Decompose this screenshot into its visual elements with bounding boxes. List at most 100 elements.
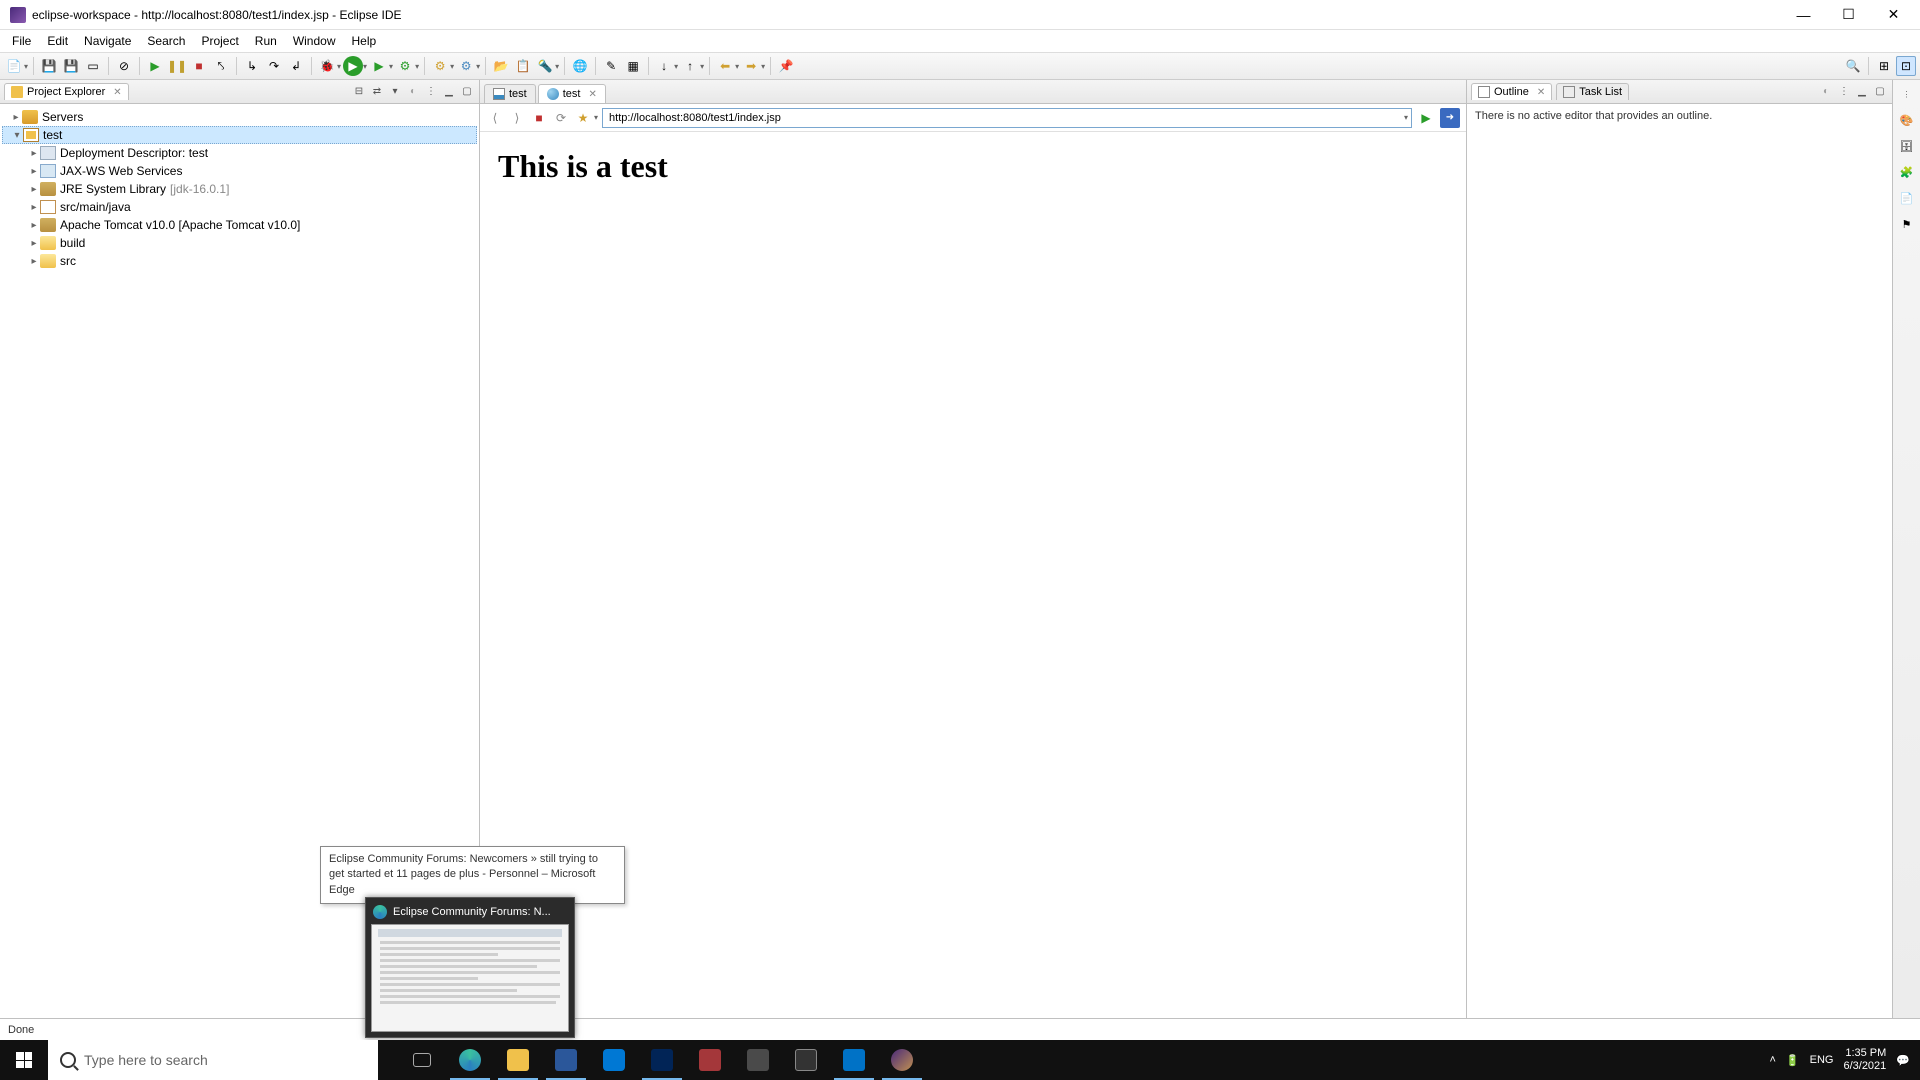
open-task-icon[interactable]: 📋 (513, 56, 533, 76)
taskbar-access[interactable] (686, 1040, 734, 1080)
filter-icon[interactable]: ▾ (387, 84, 403, 100)
url-input[interactable] (602, 108, 1412, 128)
browser-forward-icon[interactable]: ⟩ (508, 109, 526, 127)
minimize-view-icon[interactable]: ▁ (1854, 84, 1870, 100)
maximize-view-icon[interactable]: ▢ (459, 84, 475, 100)
trim-palette-icon[interactable]: 🎨 (1897, 110, 1917, 130)
close-button[interactable]: ✕ (1871, 0, 1916, 30)
browser-go-icon[interactable]: ▶ (1416, 108, 1436, 128)
tree-node-src[interactable]: ▸ src (2, 252, 477, 270)
trim-snippets-icon[interactable]: 📄 (1897, 188, 1917, 208)
menu-run[interactable]: Run (247, 32, 285, 50)
browser-refresh-icon[interactable]: ⟳ (552, 109, 570, 127)
taskbar-calculator[interactable] (734, 1040, 782, 1080)
menu-project[interactable]: Project (193, 32, 246, 50)
trim-data-icon[interactable]: 🧩 (1897, 162, 1917, 182)
browser-stop-icon[interactable]: ■ (530, 109, 548, 127)
resume-icon[interactable]: ▶ (145, 56, 165, 76)
trim-markers-icon[interactable]: ⚑ (1897, 214, 1917, 234)
step-into-icon[interactable]: ↳ (242, 56, 262, 76)
minimize-view-icon[interactable]: ▁ (441, 84, 457, 100)
tree-node-srcmain[interactable]: ▸ src/main/java (2, 198, 477, 216)
editor-tab-test-jsp[interactable]: test (484, 84, 536, 103)
collapse-all-icon[interactable]: ⊟ (351, 84, 367, 100)
back-history-icon[interactable]: ⬅ (715, 56, 735, 76)
new-web-icon[interactable]: ⚙ (456, 56, 476, 76)
menu-edit[interactable]: Edit (39, 32, 76, 50)
start-button[interactable] (0, 1040, 48, 1080)
tree-node-build[interactable]: ▸ build (2, 234, 477, 252)
java-ee-perspective-icon[interactable]: ⊡ (1896, 56, 1916, 76)
view-menu-icon[interactable]: ⋮ (423, 84, 439, 100)
task-view-icon[interactable] (398, 1040, 446, 1080)
focus-task-icon[interactable]: ◐ (405, 84, 421, 100)
toggle-mark-icon[interactable]: ✎ (601, 56, 621, 76)
tray-notifications-icon[interactable]: 💬 (1896, 1054, 1910, 1067)
menu-file[interactable]: File (4, 32, 39, 50)
minimize-button[interactable]: — (1781, 0, 1826, 30)
restore-icon[interactable]: ⋮ (1897, 84, 1917, 104)
taskbar-yourphone[interactable] (590, 1040, 638, 1080)
open-perspective-icon[interactable]: ⊞ (1874, 56, 1894, 76)
menu-navigate[interactable]: Navigate (76, 32, 139, 50)
fwd-history-icon[interactable]: ➡ (741, 56, 761, 76)
tray-clock[interactable]: 1:35 PM 6/3/2021 (1843, 1047, 1886, 1073)
taskbar-app[interactable] (782, 1040, 830, 1080)
browser-favorites-icon[interactable]: ★ (574, 109, 592, 127)
taskbar-outlook[interactable] (830, 1040, 878, 1080)
tree-node-jre[interactable]: ▸ JRE System Library [jdk-16.0.1] (2, 180, 477, 198)
step-return-icon[interactable]: ↲ (286, 56, 306, 76)
coverage-icon[interactable]: ▶ (369, 56, 389, 76)
taskbar-preview-thumbnail[interactable]: Eclipse Community Forums: N... (365, 897, 575, 1038)
task-list-tab[interactable]: Task List (1556, 83, 1629, 100)
save-icon[interactable]: 💾 (39, 56, 59, 76)
disconnect-icon[interactable]: ⤣ (211, 56, 231, 76)
skip-breakpoints-icon[interactable]: ⊘ (114, 56, 134, 76)
editor-tab-browser[interactable]: test ✕ (538, 84, 606, 103)
taskbar-edge[interactable] (446, 1040, 494, 1080)
tree-node-deployment-descriptor[interactable]: ▸ Deployment Descriptor: test (2, 144, 477, 162)
web-browser-icon[interactable]: 🌐 (570, 56, 590, 76)
menu-help[interactable]: Help (344, 32, 385, 50)
close-view-icon[interactable]: ✕ (1537, 87, 1545, 98)
search-tool-icon[interactable]: 🔦 (535, 56, 555, 76)
terminate-icon[interactable]: ■ (189, 56, 209, 76)
toggle-block-icon[interactable]: ▦ (623, 56, 643, 76)
trim-servers-icon[interactable]: 🗄 (1897, 136, 1917, 156)
step-over-icon[interactable]: ↷ (264, 56, 284, 76)
maximize-view-icon[interactable]: ▢ (1872, 84, 1888, 100)
close-view-icon[interactable]: ✕ (113, 87, 121, 98)
suspend-icon[interactable]: ❚❚ (167, 56, 187, 76)
taskbar-powershell[interactable] (638, 1040, 686, 1080)
tree-node-tomcat[interactable]: ▸ Apache Tomcat v10.0 [Apache Tomcat v10… (2, 216, 477, 234)
tree-node-servers[interactable]: ▸ Servers (2, 108, 477, 126)
debug-icon[interactable]: 🐞 (317, 56, 337, 76)
tray-battery-icon[interactable]: 🔋 (1786, 1054, 1800, 1067)
taskbar-file-explorer[interactable] (494, 1040, 542, 1080)
tray-language[interactable]: ENG (1810, 1054, 1834, 1066)
prev-annotation-icon[interactable]: ↑ (680, 56, 700, 76)
browser-viewport[interactable]: This is a test (480, 132, 1466, 1018)
taskbar-search[interactable]: Type here to search (48, 1040, 378, 1080)
link-editor-icon[interactable]: ⇄ (369, 84, 385, 100)
outline-tab[interactable]: Outline ✕ (1471, 83, 1552, 100)
run-last-icon[interactable]: ⚙ (395, 56, 415, 76)
view-menu-icon[interactable]: ⋮ (1836, 84, 1852, 100)
project-explorer-tab[interactable]: Project Explorer ✕ (4, 83, 129, 100)
new-icon[interactable]: 📄 (4, 56, 24, 76)
new-server-icon[interactable]: ⚙ (430, 56, 450, 76)
tree-node-test[interactable]: ▾ test (2, 126, 477, 144)
menu-search[interactable]: Search (139, 32, 193, 50)
tree-node-jaxws[interactable]: ▸ JAX-WS Web Services (2, 162, 477, 180)
open-type-icon[interactable]: 📂 (491, 56, 511, 76)
menu-window[interactable]: Window (285, 32, 344, 50)
taskbar-eclipse[interactable] (878, 1040, 926, 1080)
save-all-icon[interactable]: 💾 (61, 56, 81, 76)
close-tab-icon[interactable]: ✕ (588, 89, 596, 100)
taskbar-word[interactable] (542, 1040, 590, 1080)
quick-access-search-icon[interactable]: 🔍 (1843, 56, 1863, 76)
next-annotation-icon[interactable]: ↓ (654, 56, 674, 76)
focus-icon[interactable]: ◐ (1818, 84, 1834, 100)
pin-editor-icon[interactable]: 📌 (776, 56, 796, 76)
tray-chevron-up-icon[interactable]: ˄ (1769, 1054, 1775, 1066)
